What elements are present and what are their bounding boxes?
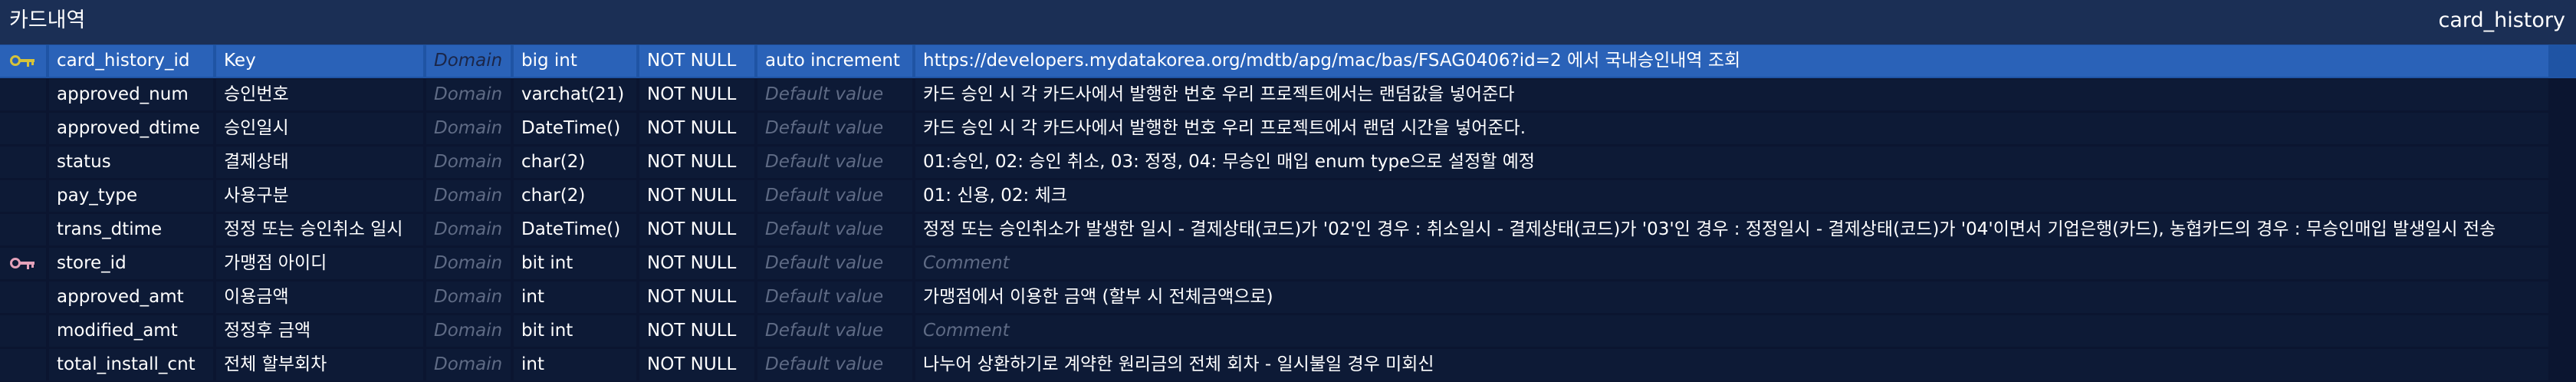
entity-physical-name: card_history xyxy=(2438,8,2565,32)
column-domain[interactable]: Domain xyxy=(426,214,511,245)
column-name[interactable]: approved_num xyxy=(49,79,213,110)
column-icon-slot xyxy=(0,180,46,212)
column-comment[interactable]: https://developers.mydatakorea.org/mdtb/… xyxy=(915,45,2548,77)
column-nullability[interactable]: NOT NULL xyxy=(639,248,754,279)
column-name[interactable]: trans_dtime xyxy=(49,214,213,245)
column-default[interactable]: Default value xyxy=(757,180,912,212)
column-domain[interactable]: Domain xyxy=(426,79,511,110)
column-nullability[interactable]: NOT NULL xyxy=(639,180,754,212)
column-nullability[interactable]: NOT NULL xyxy=(639,147,754,178)
column-icon-slot xyxy=(0,79,46,110)
column-domain[interactable]: Domain xyxy=(426,315,511,347)
column-row[interactable]: card_history_id Key Domain big int NOT N… xyxy=(0,44,2576,78)
column-comment[interactable]: 정정 또는 승인취소가 발생한 일시 - 결제상태(코드)가 '02'인 경우 … xyxy=(915,214,2548,245)
column-logical-name[interactable]: 정정후 금액 xyxy=(216,315,423,347)
column-type[interactable]: char(2) xyxy=(514,147,636,178)
column-type[interactable]: char(2) xyxy=(514,180,636,212)
column-nullability[interactable]: NOT NULL xyxy=(639,113,754,144)
column-domain[interactable]: Domain xyxy=(426,180,511,212)
column-type[interactable]: bit int xyxy=(514,248,636,279)
column-domain[interactable]: Domain xyxy=(426,349,511,380)
column-row[interactable]: trans_dtime 정정 또는 승인취소 일시 Domain DateTim… xyxy=(0,213,2576,247)
column-default[interactable]: Default value xyxy=(757,113,912,144)
column-comment[interactable]: Comment xyxy=(915,248,2548,279)
column-default[interactable]: Default value xyxy=(757,282,912,313)
foreign-key-icon xyxy=(0,248,46,279)
column-name[interactable]: status xyxy=(49,147,213,178)
column-default[interactable]: Default value xyxy=(757,349,912,380)
column-row[interactable]: approved_amt 이용금액 Domain int NOT NULL De… xyxy=(0,281,2576,314)
primary-key-icon xyxy=(0,45,46,77)
column-domain[interactable]: Domain xyxy=(426,113,511,144)
column-icon-slot xyxy=(0,315,46,347)
column-comment[interactable]: 카드 승인 시 각 카드사에서 발행한 번호 우리 프로젝트에서 랜덤 시간을 … xyxy=(915,113,2548,144)
column-icon-slot xyxy=(0,349,46,380)
column-logical-name[interactable]: 전체 할부회차 xyxy=(216,349,423,380)
column-icon-slot xyxy=(0,113,46,144)
column-row[interactable]: status 결제상태 Domain char(2) NOT NULL Defa… xyxy=(0,146,2576,179)
column-comment[interactable]: 카드 승인 시 각 카드사에서 발행한 번호 우리 프로젝트에서는 랜덤값을 넣… xyxy=(915,79,2548,110)
column-row[interactable]: approved_num 승인번호 Domain varchat(21) NOT… xyxy=(0,78,2576,112)
column-domain[interactable]: Domain xyxy=(426,45,511,77)
column-icon-slot xyxy=(0,214,46,245)
column-type[interactable]: big int xyxy=(514,45,636,77)
column-domain[interactable]: Domain xyxy=(426,248,511,279)
column-type[interactable]: DateTime() xyxy=(514,113,636,144)
column-name[interactable]: modified_amt xyxy=(49,315,213,347)
column-logical-name[interactable]: Key xyxy=(216,45,423,77)
column-logical-name[interactable]: 정정 또는 승인취소 일시 xyxy=(216,214,423,245)
column-name[interactable]: card_history_id xyxy=(49,45,213,77)
column-domain[interactable]: Domain xyxy=(426,147,511,178)
column-nullability[interactable]: NOT NULL xyxy=(639,315,754,347)
column-nullability[interactable]: NOT NULL xyxy=(639,349,754,380)
column-name[interactable]: approved_dtime xyxy=(49,113,213,144)
column-default[interactable]: Default value xyxy=(757,79,912,110)
column-default[interactable]: auto increment xyxy=(757,45,912,77)
column-logical-name[interactable]: 결제상태 xyxy=(216,147,423,178)
entity-logical-name: 카드내역 xyxy=(9,8,86,32)
column-row[interactable]: modified_amt 정정후 금액 Domain bit int NOT N… xyxy=(0,314,2576,348)
column-logical-name[interactable]: 승인일시 xyxy=(216,113,423,144)
column-type[interactable]: int xyxy=(514,282,636,313)
column-type[interactable]: varchat(21) xyxy=(514,79,636,110)
column-name[interactable]: approved_amt xyxy=(49,282,213,313)
column-row[interactable]: approved_dtime 승인일시 Domain DateTime() NO… xyxy=(0,112,2576,146)
entity-card-history[interactable]: 카드내역 card_history card_history_id Key Do… xyxy=(0,0,2576,382)
column-name[interactable]: total_install_cnt xyxy=(49,349,213,380)
column-default[interactable]: Default value xyxy=(757,315,912,347)
column-comment[interactable]: 01: 신용, 02: 체크 xyxy=(915,180,2548,212)
columns-table: card_history_id Key Domain big int NOT N… xyxy=(0,44,2576,382)
column-type[interactable]: DateTime() xyxy=(514,214,636,245)
column-row[interactable]: store_id 가맹점 아이디 Domain bit int NOT NULL… xyxy=(0,247,2576,281)
column-default[interactable]: Default value xyxy=(757,214,912,245)
column-icon-slot xyxy=(0,282,46,313)
column-default[interactable]: Default value xyxy=(757,248,912,279)
column-type[interactable]: int xyxy=(514,349,636,380)
entity-title-bar[interactable]: 카드내역 card_history xyxy=(0,0,2576,41)
column-logical-name[interactable]: 승인번호 xyxy=(216,79,423,110)
column-logical-name[interactable]: 이용금액 xyxy=(216,282,423,313)
column-type[interactable]: bit int xyxy=(514,315,636,347)
column-logical-name[interactable]: 가맹점 아이디 xyxy=(216,248,423,279)
column-comment[interactable]: Comment xyxy=(915,315,2548,347)
column-comment[interactable]: 가맹점에서 이용한 금액 (할부 시 전체금액으로) xyxy=(915,282,2548,313)
column-logical-name[interactable]: 사용구분 xyxy=(216,180,423,212)
column-default[interactable]: Default value xyxy=(757,147,912,178)
column-comment[interactable]: 나누어 상환하기로 계약한 원리금의 전체 회차 - 일시불일 경우 미회신 xyxy=(915,349,2548,380)
column-nullability[interactable]: NOT NULL xyxy=(639,214,754,245)
column-icon-slot xyxy=(0,147,46,178)
column-row[interactable]: total_install_cnt 전체 할부회차 Domain int NOT… xyxy=(0,348,2576,382)
column-name[interactable]: store_id xyxy=(49,248,213,279)
column-name[interactable]: pay_type xyxy=(49,180,213,212)
column-row[interactable]: pay_type 사용구분 Domain char(2) NOT NULL De… xyxy=(0,179,2576,213)
column-nullability[interactable]: NOT NULL xyxy=(639,45,754,77)
column-comment[interactable]: 01:승인, 02: 승인 취소, 03: 정정, 04: 무승인 매입 enu… xyxy=(915,147,2548,178)
column-nullability[interactable]: NOT NULL xyxy=(639,79,754,110)
column-nullability[interactable]: NOT NULL xyxy=(639,282,754,313)
column-domain[interactable]: Domain xyxy=(426,282,511,313)
